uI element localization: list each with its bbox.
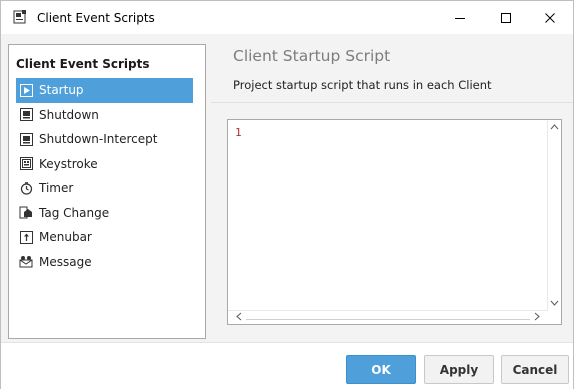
message-icon bbox=[19, 255, 33, 269]
line-number: 1 bbox=[235, 126, 242, 139]
script-item-label: Shutdown bbox=[39, 107, 99, 122]
script-list-header: Client Event Scripts bbox=[16, 57, 150, 71]
content-area: Client Event Scripts Startup Shutdown Sh… bbox=[1, 34, 573, 342]
ok-button[interactable]: OK bbox=[346, 355, 416, 384]
menubar-icon bbox=[19, 230, 33, 244]
startup-icon bbox=[19, 83, 33, 97]
scroll-down-icon[interactable] bbox=[550, 300, 559, 306]
shutdown-icon bbox=[19, 108, 33, 122]
minimize-button[interactable] bbox=[437, 1, 483, 34]
timer-icon bbox=[19, 181, 33, 195]
script-detail-panel: Client Startup Script Project startup sc… bbox=[211, 34, 573, 342]
script-window-icon bbox=[13, 10, 27, 24]
close-button[interactable] bbox=[527, 1, 573, 34]
keystroke-icon bbox=[19, 157, 33, 171]
script-item-shutdown-intercept[interactable]: Shutdown-Intercept bbox=[16, 127, 193, 152]
maximize-icon bbox=[501, 12, 511, 23]
horizontal-scrollbar[interactable] bbox=[228, 310, 548, 324]
tag-change-icon bbox=[19, 206, 33, 220]
script-item-label: Tag Change bbox=[39, 205, 110, 220]
script-item-label: Keystroke bbox=[39, 156, 98, 171]
scroll-left-icon[interactable] bbox=[236, 312, 242, 321]
script-title: Client Startup Script bbox=[233, 47, 391, 65]
script-list: Startup Shutdown Shutdown-Intercept Keys… bbox=[16, 78, 193, 274]
scroll-right-icon[interactable] bbox=[534, 312, 540, 321]
script-item-timer[interactable]: Timer bbox=[16, 176, 193, 201]
script-item-label: Message bbox=[39, 254, 92, 269]
script-item-label: Timer bbox=[39, 181, 74, 196]
scroll-track[interactable] bbox=[246, 319, 530, 320]
vertical-scrollbar[interactable] bbox=[547, 120, 561, 310]
script-editor[interactable]: 1 bbox=[227, 119, 562, 325]
script-item-label: Startup bbox=[39, 83, 84, 98]
title-bar[interactable]: Client Event Scripts bbox=[1, 1, 573, 34]
shutdown-intercept-icon bbox=[19, 132, 33, 146]
dialog-window: Client Event Scripts Client Event Script… bbox=[0, 0, 574, 389]
script-item-shutdown[interactable]: Shutdown bbox=[16, 103, 193, 128]
script-item-tag-change[interactable]: Tag Change bbox=[16, 201, 193, 226]
script-item-label: Menubar bbox=[39, 230, 92, 245]
scroll-up-icon[interactable] bbox=[550, 124, 559, 130]
script-item-menubar[interactable]: Menubar bbox=[16, 225, 193, 250]
minimize-icon bbox=[455, 17, 465, 19]
script-item-label: Shutdown-Intercept bbox=[39, 132, 158, 147]
maximize-button[interactable] bbox=[483, 1, 529, 34]
header-divider bbox=[211, 102, 573, 103]
script-item-startup[interactable]: Startup bbox=[16, 78, 193, 103]
dialog-footer: OK Apply Cancel bbox=[1, 342, 573, 389]
cancel-button[interactable]: Cancel bbox=[501, 355, 569, 384]
apply-button[interactable]: Apply bbox=[424, 355, 494, 384]
script-description: Project startup script that runs in each… bbox=[233, 78, 492, 92]
script-item-keystroke[interactable]: Keystroke bbox=[16, 152, 193, 177]
window-title: Client Event Scripts bbox=[37, 11, 155, 25]
close-icon bbox=[545, 12, 555, 23]
script-item-message[interactable]: Message bbox=[16, 250, 193, 275]
